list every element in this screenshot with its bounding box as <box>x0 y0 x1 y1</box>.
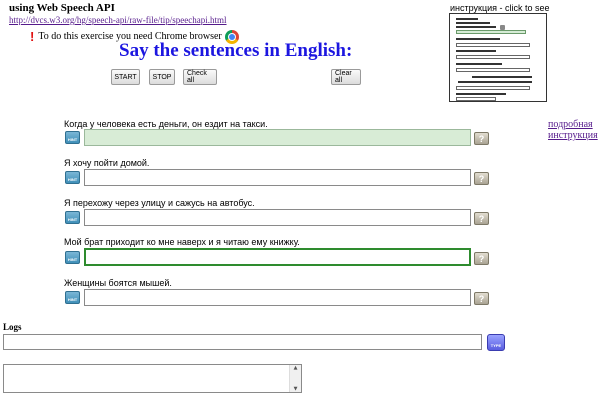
logs-textarea[interactable] <box>3 364 302 393</box>
answer-input-5[interactable] <box>84 289 471 306</box>
hint-icon[interactable]: HINT <box>65 211 80 224</box>
sentence-4: Мой брат приходит ко мне наверх и я чита… <box>64 237 300 247</box>
textarea-scrollbar[interactable]: ▲ ▼ <box>289 365 301 392</box>
exercise-title: Say the sentences in English: <box>119 40 353 61</box>
scroll-down-icon[interactable]: ▼ <box>294 386 298 392</box>
help-question-icon[interactable]: ? <box>474 252 489 265</box>
instruction-thumbnail[interactable] <box>449 13 547 102</box>
help-question-icon[interactable]: ? <box>474 132 489 145</box>
sentence-3: Я перехожу через улицу и сажусь на автоб… <box>64 198 255 208</box>
instruction-caption[interactable]: инструкция - click to see <box>450 3 550 13</box>
help-question-icon[interactable]: ? <box>474 212 489 225</box>
scroll-up-icon[interactable]: ▲ <box>294 365 298 371</box>
help-question-icon[interactable]: ? <box>474 292 489 305</box>
hint-icon[interactable]: HINT <box>65 251 80 264</box>
answer-input-1[interactable] <box>84 129 471 146</box>
stop-button[interactable]: STOP <box>149 69 175 85</box>
hint-icon[interactable]: HINT <box>65 131 80 144</box>
clear-all-button[interactable]: Clear all <box>331 69 361 85</box>
check-all-button[interactable]: Check all <box>183 69 217 85</box>
detail-link-line2: инструкция <box>548 130 598 141</box>
detailed-instruction-link[interactable]: подробная инструкция <box>548 119 598 141</box>
page-heading: using Web Speech API <box>9 2 115 14</box>
hint-icon[interactable]: HINT <box>65 171 80 184</box>
start-button[interactable]: START <box>111 69 140 85</box>
help-question-icon[interactable]: ? <box>474 172 489 185</box>
sentence-1: Когда у человека есть деньги, он ездит н… <box>64 119 268 129</box>
logs-input[interactable] <box>3 334 482 350</box>
hint-icon[interactable]: HINT <box>65 291 80 304</box>
answer-input-2[interactable] <box>84 169 471 186</box>
answer-input-3[interactable] <box>84 209 471 226</box>
sentence-5: Женщины боятся мышей. <box>64 278 172 288</box>
warning-mark: ! <box>30 29 35 44</box>
sentence-2: Я хочу пойти домой. <box>64 158 150 168</box>
detail-link-line1: подробная <box>548 119 593 130</box>
answer-input-4[interactable] <box>84 248 471 266</box>
logs-label: Logs <box>3 322 22 332</box>
type-keyboard-icon[interactable]: TYPE <box>487 334 505 351</box>
spec-link[interactable]: http://dvcs.w3.org/hg/speech-api/raw-fil… <box>9 15 227 25</box>
